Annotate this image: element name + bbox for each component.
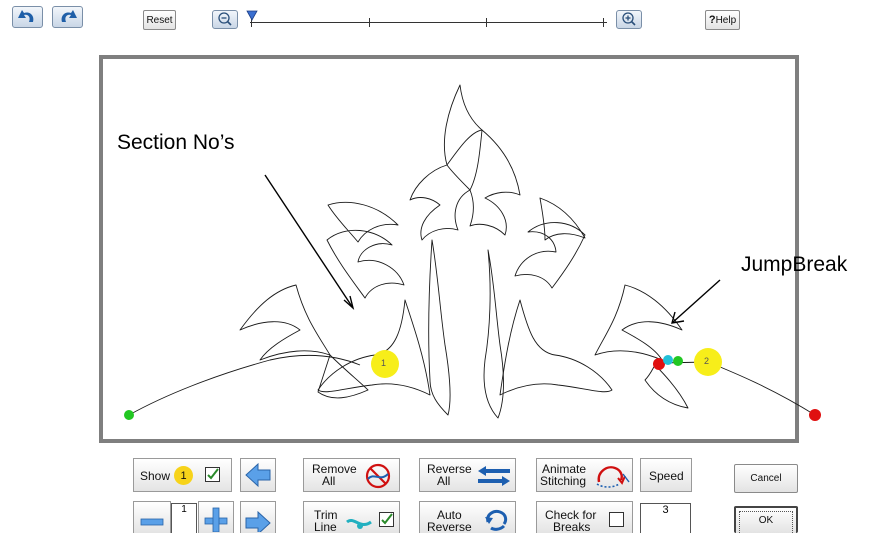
auto-reverse-label-2: Reverse (427, 520, 472, 534)
trim-line-button[interactable]: Trim Line (303, 501, 400, 533)
start-point-dot (124, 410, 134, 420)
speed-value: 3 (662, 504, 669, 516)
jump-break-green-dot (673, 356, 683, 366)
pattern-left-upper-curl (327, 201, 399, 243)
speed-button[interactable]: Speed (640, 458, 692, 492)
jump-break-cyan-dot (663, 355, 673, 365)
pattern-right-upper-curl (539, 197, 586, 241)
auto-reverse-icon (485, 510, 508, 531)
cancel-label: Cancel (750, 473, 782, 484)
next-section-button[interactable] (240, 501, 276, 534)
jumpbreak-annotation-arrow (671, 279, 721, 324)
check-icon (381, 513, 393, 525)
plus-icon (204, 507, 228, 533)
pattern-center-upper-right (469, 129, 521, 236)
speed-value-field[interactable]: 3 (640, 503, 691, 533)
section-number-value: 1 (181, 504, 187, 515)
reverse-all-label-2: All (437, 474, 451, 488)
jumpbreak-annotation-label: JumpBreak (741, 253, 848, 276)
pattern-right-inner-leaf (514, 222, 586, 289)
section-annotation-arrow (264, 174, 354, 309)
section-marker-1-label: 1 (381, 358, 387, 368)
pattern-right-tail (707, 361, 816, 416)
trim-label-2: Line (314, 520, 337, 534)
pattern-right-wing (594, 284, 683, 361)
pattern-left-wing (239, 284, 331, 361)
section-badge-icon: 1 (174, 466, 193, 485)
section-increment-button[interactable] (198, 501, 234, 533)
remove-all-button[interactable]: Remove All (303, 458, 400, 492)
pattern-center-upper-left (409, 164, 471, 241)
left-arrow-icon (245, 462, 271, 488)
speed-label: Speed (649, 469, 684, 483)
right-arrow-icon (245, 510, 271, 534)
minus-icon (140, 518, 164, 526)
pattern-center-stem-left (428, 239, 451, 416)
pattern-left-tail (128, 354, 361, 416)
section-marker-2-label: 2 (704, 356, 710, 366)
remove-all-label-2: All (322, 474, 336, 488)
pattern-right-lower-curl (644, 364, 689, 409)
previous-section-button[interactable] (240, 458, 276, 492)
animate-stitching-button[interactable]: Animate Stitching (536, 458, 633, 492)
animate-label-2: Stitching (540, 474, 587, 488)
ok-button[interactable]: OK (734, 506, 798, 533)
check-icon (207, 468, 219, 480)
reverse-arrows-icon (478, 466, 510, 486)
auto-reverse-button[interactable]: Auto Reverse (419, 501, 516, 533)
ok-focus-rect (739, 511, 793, 533)
pattern-right-lower-flame (499, 299, 613, 396)
remove-all-icon (365, 463, 391, 489)
section-annotation-label: Section No’s (117, 131, 235, 154)
show-checkbox[interactable] (205, 467, 220, 482)
reverse-all-button[interactable]: Reverse All (419, 458, 516, 492)
section-decrement-button[interactable] (133, 501, 171, 533)
check-for-breaks-button[interactable]: Check for Breaks (536, 501, 633, 533)
section-number-field[interactable]: 1 (171, 503, 197, 533)
trim-line-checkbox[interactable] (379, 512, 394, 527)
pattern-left-lower-flame (317, 299, 431, 396)
cancel-button[interactable]: Cancel (734, 464, 798, 493)
end-point-dot (809, 409, 821, 421)
animate-stitching-icon (596, 466, 630, 488)
show-label: Show (140, 469, 171, 483)
pattern-left-inner-leaf (326, 229, 405, 299)
check-breaks-checkbox[interactable] (609, 512, 624, 527)
show-sections-button[interactable]: Show 1 (133, 458, 232, 492)
trim-line-icon (346, 519, 372, 529)
pattern-center-spire (444, 84, 483, 166)
section-badge-number: 1 (180, 469, 187, 482)
check-breaks-label-2: Breaks (553, 520, 591, 534)
